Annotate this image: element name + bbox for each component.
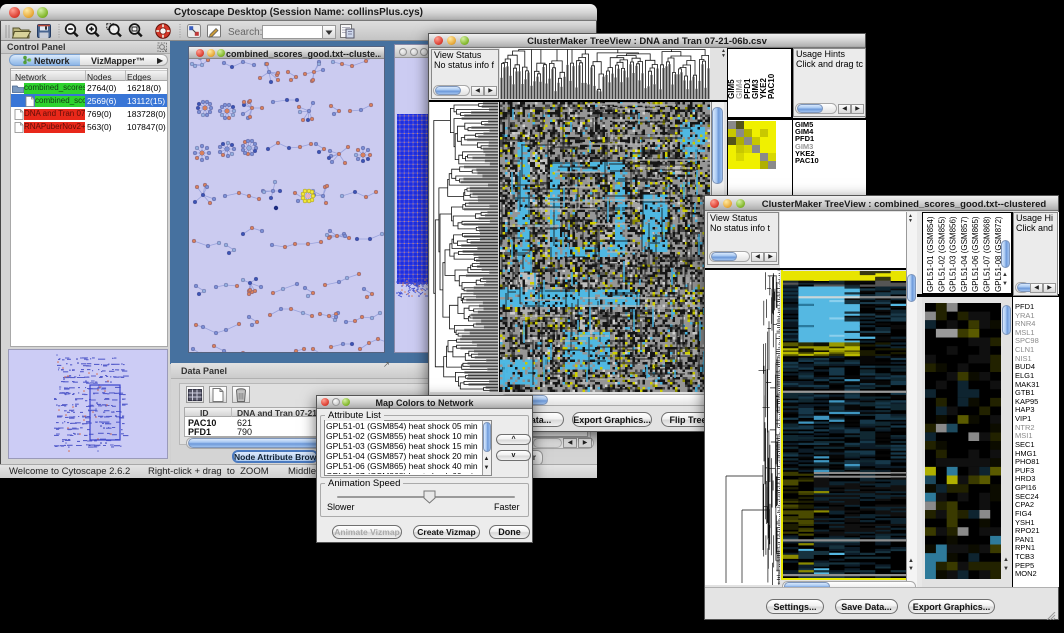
- svg-text:GPL51-04 (GSM857): GPL51-04 (GSM857): [960, 216, 969, 292]
- svg-text:GPL51-03 (GSM856): GPL51-03 (GSM856): [949, 216, 958, 292]
- svg-text:PAC10: PAC10: [767, 73, 776, 99]
- svg-text:GPL51-01 (GSM854): GPL51-01 (GSM854): [926, 216, 935, 292]
- svg-text:GPL51-02 (GSM855): GPL51-02 (GSM855): [937, 216, 946, 292]
- svg-text:GPL51-06 (GSM865): GPL51-06 (GSM865): [971, 216, 980, 292]
- svg-text:GPL51-07 (GSM868): GPL51-07 (GSM868): [983, 216, 992, 292]
